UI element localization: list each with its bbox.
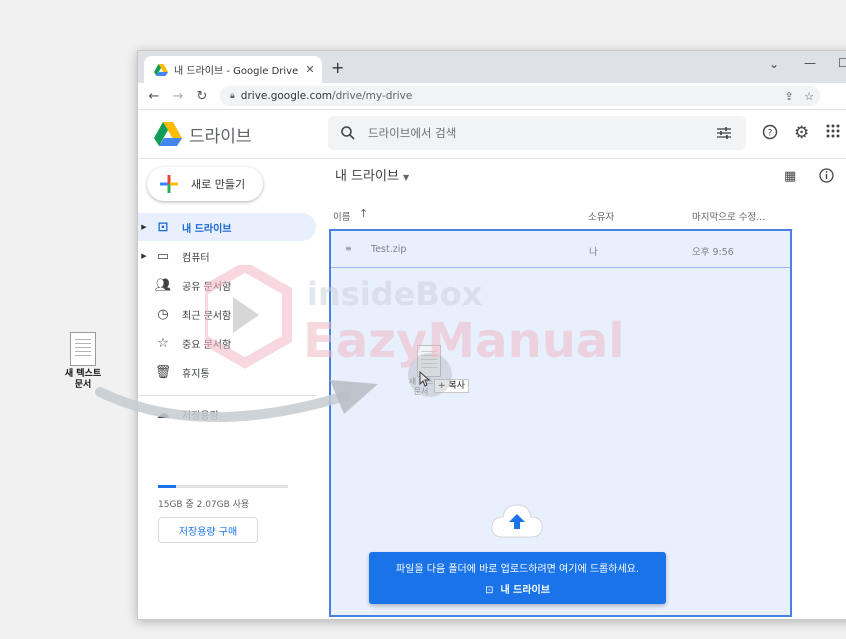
column-header-owner[interactable]: 소유자 [588, 209, 614, 223]
lock-icon: 🔒︎ [230, 91, 235, 101]
expand-caret-icon[interactable]: ▶ [138, 252, 150, 260]
new-button[interactable]: 새로 만들기 [147, 167, 263, 201]
drive-icon: ⊡ [485, 585, 494, 596]
sidebar-item-label: 공유 문서함 [182, 281, 232, 293]
chevron-down-icon: ▼ [402, 173, 410, 182]
settings-gear-icon[interactable]: ⚙ [794, 123, 809, 143]
storage-progress-bar [158, 485, 288, 488]
plus-icon [160, 175, 178, 193]
back-icon[interactable]: ← [142, 89, 166, 104]
new-tab-button[interactable]: + [331, 58, 344, 77]
sidebar-item-recent[interactable]: ◷ 최근 문서함 [138, 300, 316, 328]
tab-title: 내 드라이브 - Google Drive [174, 66, 299, 77]
column-header-modified[interactable]: 마지막으로 수정... [692, 209, 765, 223]
star-icon: ☆ [157, 335, 169, 351]
sidebar-item-storage[interactable]: ☁ 저장용량 [138, 400, 316, 428]
search-placeholder: 드라이브에서 검색 [368, 126, 457, 140]
drive-favicon-icon [154, 63, 168, 76]
sort-arrow-up-icon[interactable]: ↑ [359, 207, 368, 220]
page-title: 내 드라이브 [335, 169, 399, 184]
sidebar-item-label: 내 드라이브 [182, 223, 232, 235]
mouse-cursor-icon [419, 371, 431, 387]
copy-indicator-badge: + 복사 [434, 379, 469, 393]
tab-strip: 내 드라이브 - Google Drive ✕ + ⌄ — ☐ [138, 51, 846, 83]
sidebar-item-label: 컴퓨터 [182, 252, 210, 264]
url-host: drive.google.com [240, 90, 333, 102]
sidebar-item-shared[interactable]: 👥︎ 공유 문서함 [138, 271, 316, 299]
column-header-row: 이름 ↑ 소유자 마지막으로 수정... [329, 203, 793, 230]
sidebar-item-my-drive[interactable]: ▶ ⊡ 내 드라이브 [138, 213, 316, 241]
desktop-text-file[interactable]: 새 텍스트 문서 [58, 332, 108, 391]
sidebar-item-label: 최근 문서함 [182, 310, 232, 322]
apps-grid-icon[interactable] [826, 124, 840, 142]
sidebar-divider [138, 395, 316, 396]
sidebar-item-trash[interactable]: 🗑︎ 휴지통 [138, 358, 316, 386]
desktop-file-label-2: 문서 [74, 380, 92, 390]
reload-icon[interactable]: ↻ [190, 89, 214, 104]
sidebar-item-label: 중요 문서함 [182, 339, 232, 351]
browser-tab[interactable]: 내 드라이브 - Google Drive ✕ [144, 56, 322, 83]
table-row[interactable]: ≡ Test.zip 나 오후 9:56 [331, 231, 790, 268]
drive-icon: ⊡ [157, 219, 169, 235]
upload-drop-toast: 파일을 다음 폴더에 바로 업로드하려면 여기에 드롭하세요. ⊡ 내 드라이브 [369, 552, 666, 604]
tab-close-icon[interactable]: ✕ [302, 63, 318, 76]
sidebar-item-label: 저장용량 [182, 410, 219, 422]
text-document-icon [70, 332, 96, 366]
clock-icon: ◷ [157, 306, 169, 322]
file-owner: 나 [589, 247, 598, 258]
toast-destination: ⊡ 내 드라이브 [369, 581, 666, 596]
toast-message: 파일을 다음 폴더에 바로 업로드하려면 여기에 드롭하세요. [395, 564, 640, 575]
file-modified: 오후 9:56 [692, 247, 734, 258]
expand-caret-icon[interactable]: ▶ [138, 223, 150, 231]
buy-storage-button[interactable]: 저장용량 구매 [158, 517, 258, 543]
svg-text:?: ? [768, 129, 773, 139]
sidebar-item-label: 휴지통 [182, 368, 210, 380]
storage-usage-text: 15GB 중 2.07GB 사용 [158, 500, 250, 510]
people-icon: 👥︎ [154, 277, 172, 293]
desktop-file-label-1: 새 텍스트 [64, 369, 102, 379]
share-bookmark-icons[interactable]: ⇪ ☆ [784, 90, 814, 103]
maximize-button[interactable]: ☐ [838, 56, 846, 70]
toast-destination-label: 내 드라이브 [500, 585, 550, 596]
sidebar: 새로 만들기 ▶ ⊡ 내 드라이브 ▶ ▭ 컴퓨터 👥︎ 공유 문서함 ◷ 최근… [138, 159, 328, 619]
column-header-name[interactable]: 이름 [333, 209, 350, 223]
help-icon[interactable]: ? [762, 124, 778, 144]
cloud-icon: ☁ [156, 406, 170, 422]
details-pane [793, 195, 846, 619]
tab-search-dropdown-icon[interactable]: ⌄ [769, 57, 779, 71]
computer-icon: ▭ [156, 248, 170, 264]
minimize-button[interactable]: — [804, 56, 816, 70]
url-path: /drive/my-drive [332, 90, 413, 102]
forward-icon[interactable]: → [166, 89, 190, 104]
sidebar-item-computers[interactable]: ▶ ▭ 컴퓨터 [138, 242, 316, 270]
address-bar-row: ← → ↻ 🔒︎ drive.google.com/drive/my-drive… [138, 83, 846, 110]
file-name: Test.zip [371, 244, 407, 255]
breadcrumb[interactable]: 내 드라이브 ▼ [335, 165, 409, 184]
drive-header: 드라이브 드라이브에서 검색 ? ⚙ [138, 110, 846, 159]
main-content: 내 드라이브 ▼ ▦ 이름 ↑ 소유자 마지막으로 수정... ≡ Test.zi… [329, 159, 846, 619]
drop-zone[interactable]: ≡ Test.zip 나 오후 9:56 새 텍스 문서 + 복사 파일을 [329, 229, 792, 617]
trash-icon: 🗑︎ [154, 364, 172, 380]
drive-logo-icon[interactable] [154, 122, 182, 146]
new-button-label: 새로 만들기 [191, 178, 246, 191]
storage-progress-fill [158, 485, 176, 488]
cloud-upload-icon [491, 504, 543, 538]
app-title: 드라이브 [189, 126, 252, 147]
search-input[interactable]: 드라이브에서 검색 [328, 116, 746, 150]
sidebar-item-starred[interactable]: ☆ 중요 문서함 [138, 329, 316, 357]
info-icon[interactable] [819, 168, 834, 187]
omnibox[interactable]: 🔒︎ drive.google.com/drive/my-drive ⇪ ☆ [220, 86, 820, 106]
search-icon[interactable] [340, 125, 356, 141]
browser-window: 내 드라이브 - Google Drive ✕ + ⌄ — ☐ ← → ↻ 🔒︎… [137, 50, 846, 620]
zip-file-icon: ≡ [345, 244, 352, 253]
grid-view-icon[interactable]: ▦ [784, 169, 796, 184]
search-options-icon[interactable] [716, 126, 732, 140]
